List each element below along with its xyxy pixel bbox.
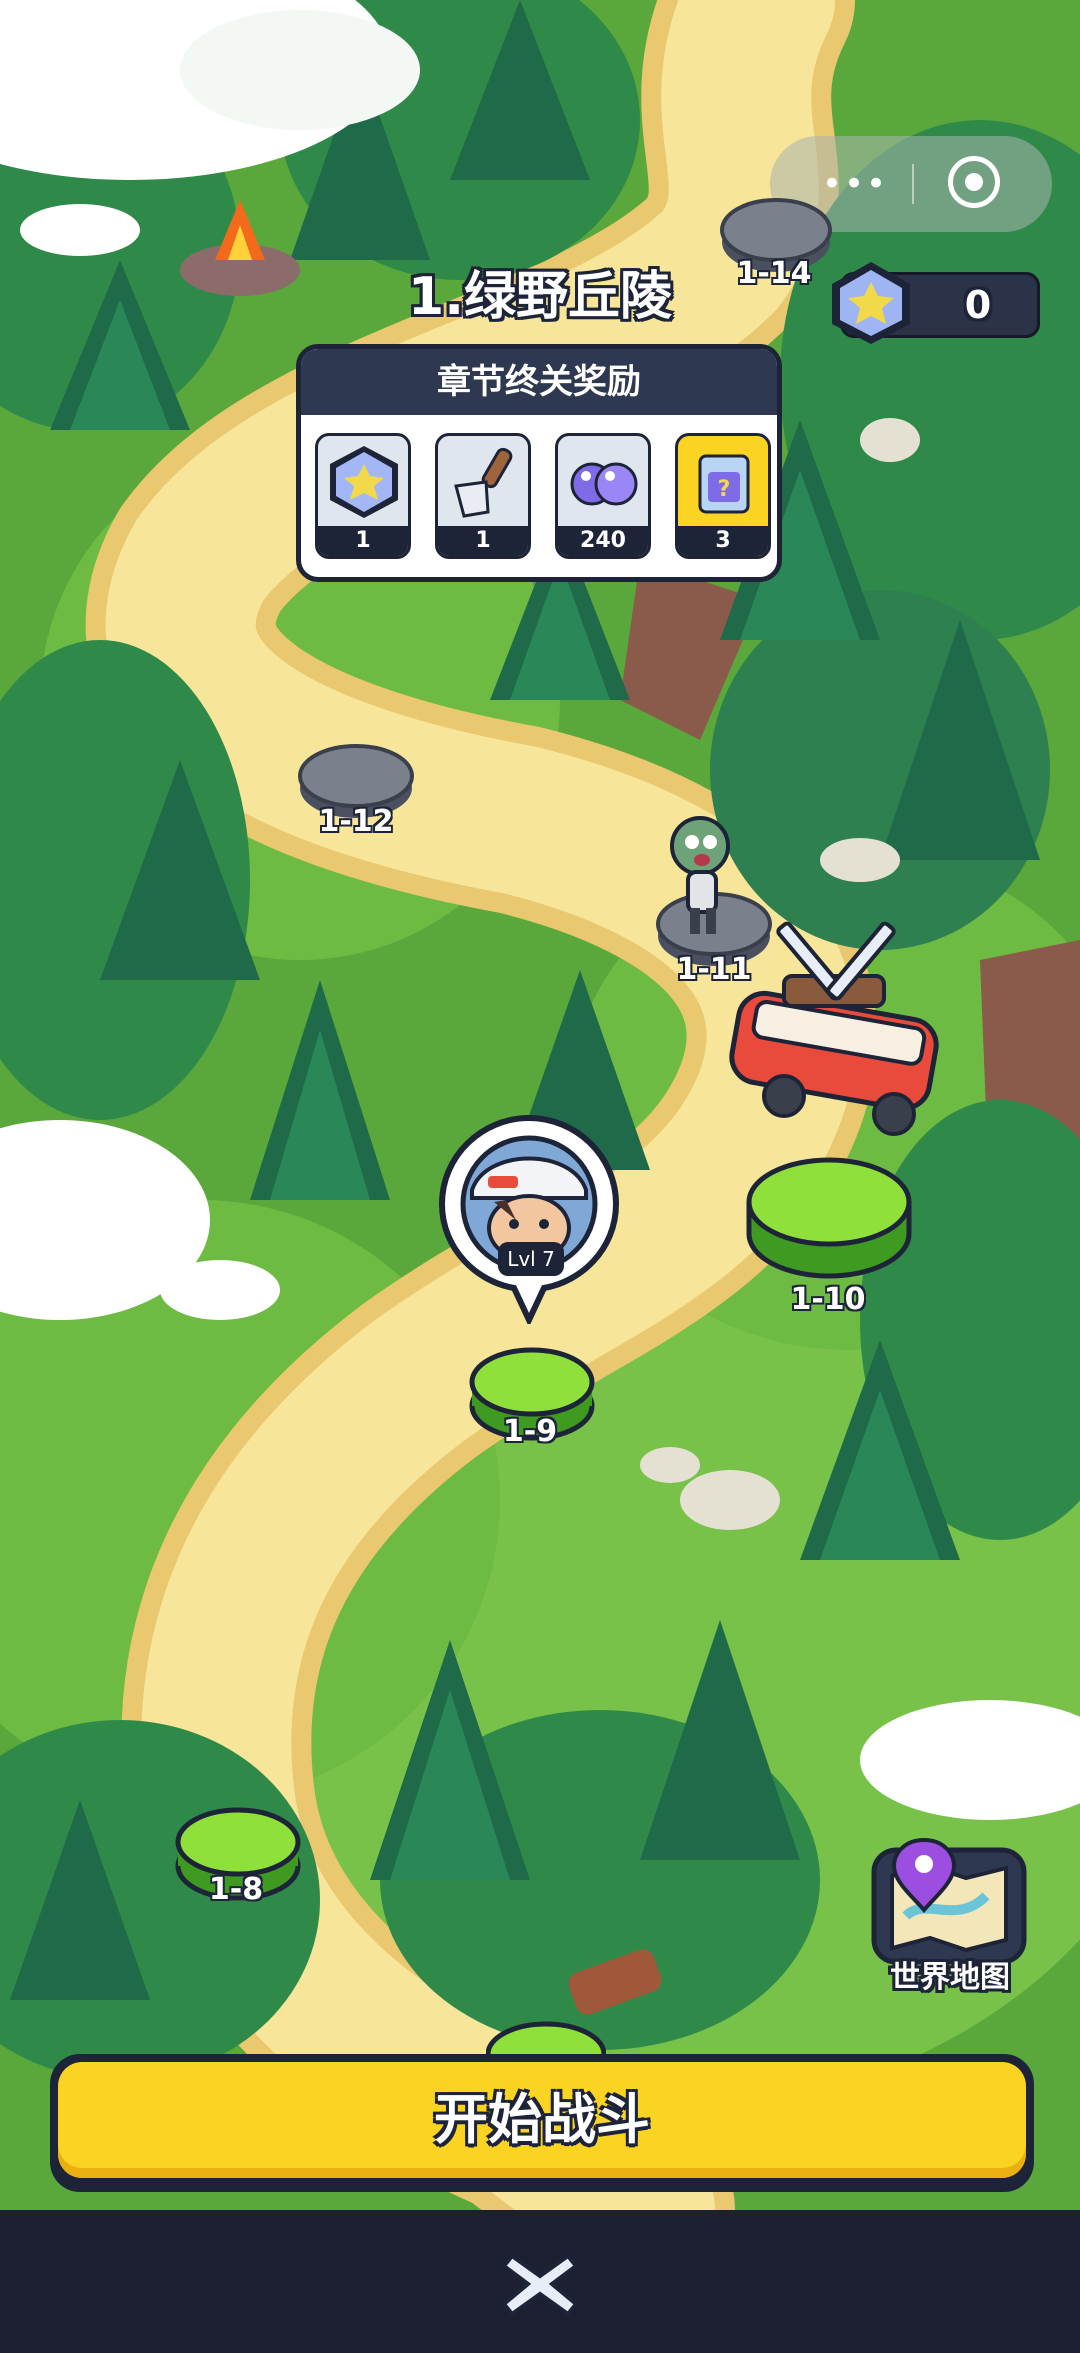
world-map-button[interactable]: 世界地图 <box>866 1836 1032 2008</box>
level-label: 1-14 <box>736 256 812 291</box>
level-node-1-10[interactable] <box>744 1152 914 1282</box>
purple-orbs-icon <box>570 462 638 506</box>
chapter-reward-panel[interactable]: 章节终关奖励 1 1 240 ? 3 <box>296 344 782 582</box>
close-target-icon[interactable] <box>948 156 1000 208</box>
world-map-icon <box>871 1837 1027 1965</box>
reward-panel-header: 章节终关奖励 <box>301 349 777 415</box>
chapter-title: 1.绿野丘陵 <box>408 267 672 327</box>
van-battle-icon[interactable] <box>724 906 964 1146</box>
shovel-icon <box>454 447 513 518</box>
player-level-badge: Lvl 7 <box>498 1242 564 1276</box>
capsule-divider <box>912 164 914 204</box>
level-node-partial <box>486 2021 606 2056</box>
reward-qty: 3 <box>678 526 768 556</box>
start-battle-label: 开始战斗 <box>434 2088 650 2151</box>
reward-item[interactable]: 1 <box>315 433 411 559</box>
reward-qty: 1 <box>318 526 408 556</box>
level-label: 1-10 <box>790 1282 866 1317</box>
star-gem-icon <box>330 446 398 518</box>
reward-qty: 1 <box>438 526 528 556</box>
reward-qty: 240 <box>558 526 648 556</box>
level-label: 1-8 <box>208 1872 264 1907</box>
close-icon[interactable] <box>498 2246 582 2322</box>
reward-item[interactable]: ? 3 <box>675 433 771 559</box>
start-battle-button-face: 开始战斗 <box>58 2062 1026 2178</box>
world-map-label: 世界地图 <box>890 1960 1010 1995</box>
svg-text:?: ? <box>718 477 731 502</box>
player-avatar-pin[interactable] <box>436 1112 622 1324</box>
start-battle-button[interactable]: 开始战斗 <box>50 2054 1034 2192</box>
level-label: 1-9 <box>502 1414 558 1449</box>
gem-count: 0 <box>964 283 992 327</box>
mystery-box-icon: ? <box>698 454 750 514</box>
reward-item[interactable]: 240 <box>555 433 651 559</box>
reward-item[interactable]: 1 <box>435 433 531 559</box>
level-label: 1-12 <box>318 804 394 839</box>
